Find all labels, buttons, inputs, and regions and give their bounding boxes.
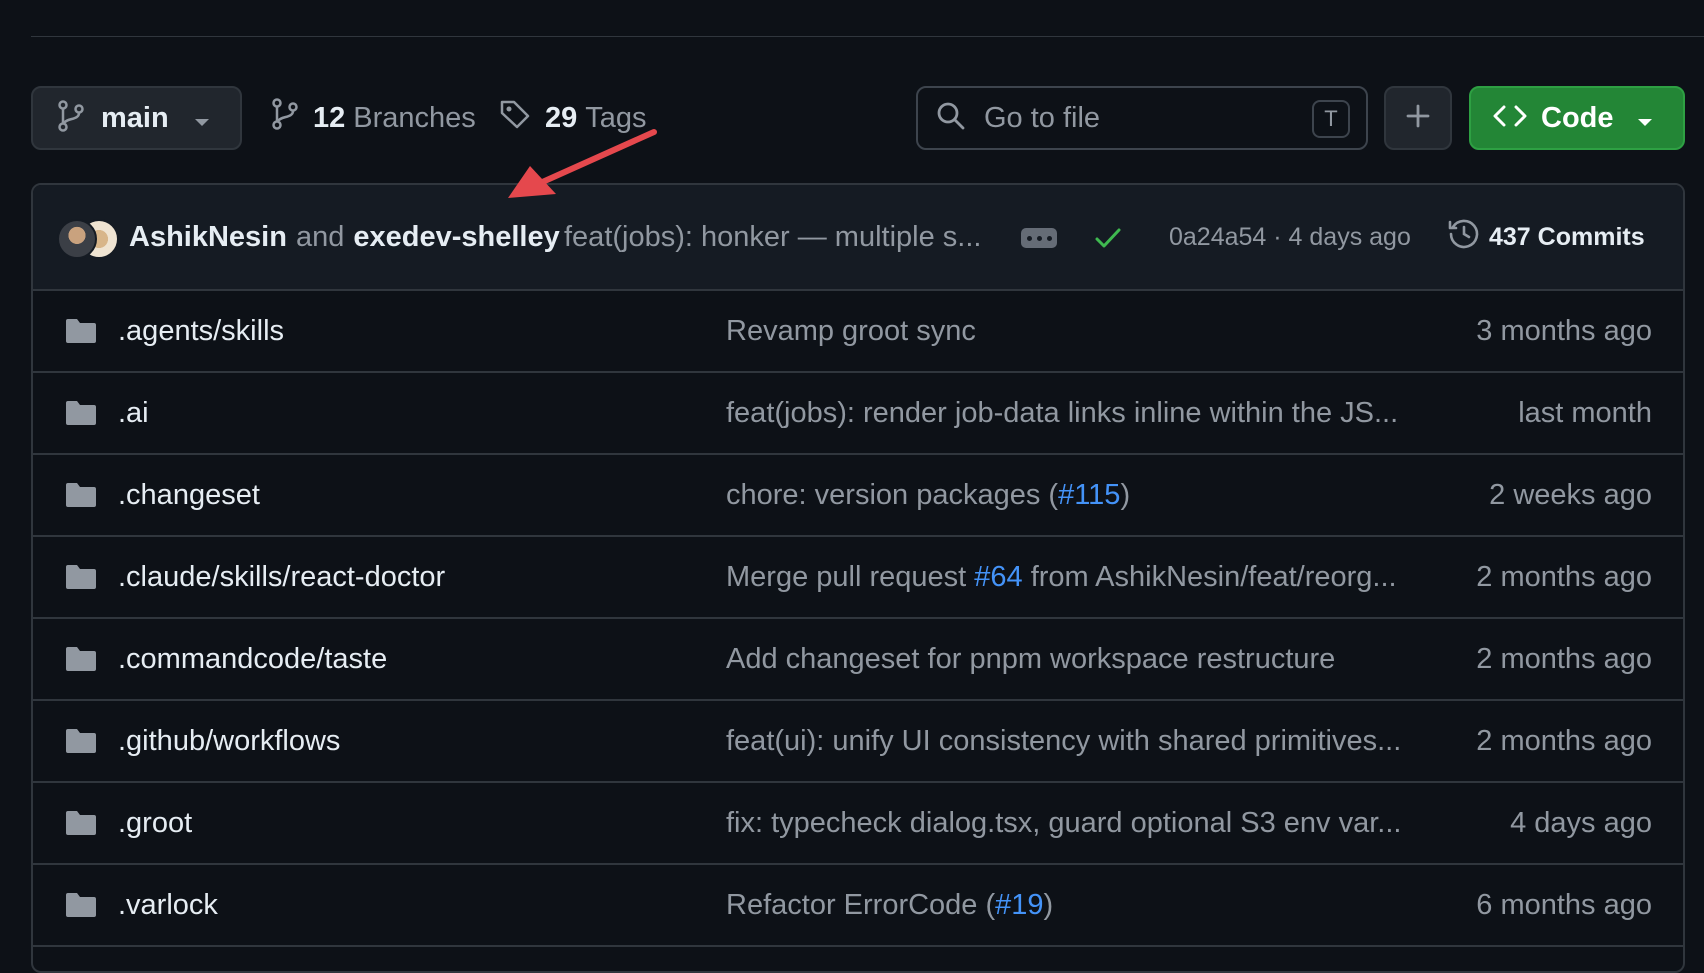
folder-icon	[65, 318, 97, 349]
branches-link[interactable]: 12 Branches	[271, 86, 476, 150]
keyboard-shortcut-hint: T	[1312, 100, 1350, 138]
commits-count: 437 Commits	[1489, 222, 1645, 251]
check-icon[interactable]	[1093, 223, 1123, 258]
file-commit-time: 2 months ago	[1476, 724, 1652, 757]
file-commit-message[interactable]: feat(jobs): render job-data links inline…	[726, 397, 1398, 430]
commits-history-link[interactable]: 437 Commits	[1447, 185, 1645, 289]
commit-message-text: fix: typecheck dialog.tsx, guard optiona…	[726, 806, 1402, 839]
file-name-link[interactable]: .agents/skills	[118, 315, 284, 348]
expand-commit-message-button[interactable]	[1021, 228, 1057, 248]
history-icon	[1447, 217, 1489, 258]
file-browser: AshikNesin and exedev-shelley feat(jobs)…	[31, 183, 1685, 973]
file-list: .agents/skills Revamp groot sync 3 months …	[33, 291, 1683, 947]
branches-count: 12	[313, 101, 346, 134]
code-icon	[1493, 104, 1527, 133]
file-row[interactable]: .agents/skills Revamp groot sync 3 months …	[33, 291, 1683, 373]
tags-link[interactable]: 29 Tags	[499, 86, 647, 150]
commit-message-text: Refactor ErrorCode (	[726, 888, 996, 921]
commit-message-link[interactable]: feat(jobs): honker — multiple s...	[564, 185, 981, 289]
file-commit-time: 2 weeks ago	[1489, 478, 1652, 511]
plus-icon	[1406, 104, 1430, 133]
search-icon	[936, 101, 966, 136]
file-commit-message[interactable]: chore: version packages (#115)	[726, 479, 1130, 512]
tags-label: Tags	[585, 101, 647, 134]
code-button-label: Code	[1541, 101, 1614, 134]
file-name-link[interactable]: .changeset	[118, 479, 260, 512]
tag-icon	[499, 98, 531, 138]
branch-name: main	[101, 101, 169, 134]
branches-label: Branches	[353, 101, 476, 134]
author-link[interactable]: exedev-shelley	[353, 221, 559, 254]
author-link[interactable]: AshikNesin	[129, 221, 287, 254]
branch-selector-button[interactable]: main	[31, 86, 242, 150]
file-commit-time: last month	[1518, 396, 1652, 429]
pull-request-link[interactable]: #64	[974, 561, 1022, 593]
folder-icon	[65, 892, 97, 923]
git-branch-icon	[57, 99, 85, 137]
folder-icon	[65, 564, 97, 595]
commit-message-text: Add changeset for pnpm workspace restruc…	[726, 642, 1336, 675]
file-commit-message[interactable]: Merge pull request #64 from AshikNesin/f…	[726, 561, 1397, 594]
file-commit-time: 3 months ago	[1476, 314, 1652, 347]
file-commit-message[interactable]: feat(ui): unify UI consistency with shar…	[726, 725, 1401, 758]
commit-message-text: Merge pull request	[726, 560, 975, 593]
file-row[interactable]: .github/workflows feat(ui): unify UI cons…	[33, 701, 1683, 783]
file-commit-time: 6 months ago	[1476, 888, 1652, 921]
ellipsis-icon	[1026, 235, 1032, 241]
folder-icon	[65, 810, 97, 841]
file-name-link[interactable]: .claude/skills/react-doctor	[118, 561, 445, 594]
pull-request-link[interactable]: #115	[1058, 479, 1120, 511]
commit-message-text: chore: version packages (	[726, 478, 1059, 511]
tags-count: 29	[545, 101, 578, 134]
file-row[interactable]: .ai feat(jobs): render job-data links inl…	[33, 373, 1683, 455]
git-branch-icon	[271, 98, 299, 138]
author-avatars[interactable]	[57, 219, 119, 259]
file-name-link[interactable]: .groot	[118, 807, 192, 840]
file-commit-time: 4 days ago	[1510, 806, 1652, 839]
folder-icon	[65, 482, 97, 513]
file-name-link[interactable]: .commandcode/taste	[118, 643, 387, 676]
chevron-down-icon	[194, 115, 210, 133]
repo-toolbar: main 12 Branches 29 Tags T Code	[31, 86, 1685, 150]
file-row[interactable]: .groot fix: typecheck dialog.tsx, guard o…	[33, 783, 1683, 865]
file-commit-time: 2 months ago	[1476, 642, 1652, 675]
file-commit-message[interactable]: Add changeset for pnpm workspace restruc…	[726, 643, 1335, 676]
commit-message-text: )	[1043, 888, 1054, 921]
author-separator: and	[295, 220, 345, 253]
go-to-file-search[interactable]: T	[916, 86, 1368, 150]
add-file-button[interactable]	[1384, 86, 1452, 150]
code-button[interactable]: Code	[1469, 86, 1685, 150]
file-commit-time: 2 months ago	[1476, 560, 1652, 593]
file-name-link[interactable]: .ai	[118, 397, 149, 430]
chevron-down-icon	[1637, 115, 1653, 133]
folder-icon	[65, 728, 97, 759]
file-name-link[interactable]: .varlock	[118, 889, 218, 922]
file-name-link[interactable]: .github/workflows	[118, 725, 340, 758]
commit-message-text: from AshikNesin/feat/reorg...	[1022, 560, 1397, 593]
top-divider	[31, 36, 1704, 37]
file-row[interactable]: .changeset chore: version packages (#115)…	[33, 455, 1683, 537]
avatar[interactable]	[57, 219, 97, 259]
pull-request-link[interactable]: #19	[995, 889, 1043, 921]
go-to-file-input[interactable]	[982, 100, 1282, 136]
file-commit-message[interactable]: Refactor ErrorCode (#19)	[726, 889, 1053, 922]
commit-authors: AshikNesin and exedev-shelley	[129, 185, 560, 289]
file-commit-message[interactable]: fix: typecheck dialog.tsx, guard optiona…	[726, 807, 1401, 840]
commit-message-text: feat(jobs): render job-data links inline…	[726, 396, 1399, 429]
commit-sha-time[interactable]: 0a24a54 · 4 days ago	[1169, 185, 1411, 289]
file-row[interactable]: .commandcode/taste Add changeset for pnpm…	[33, 619, 1683, 701]
folder-icon	[65, 646, 97, 677]
commit-message-text: feat(ui): unify UI consistency with shar…	[726, 724, 1402, 757]
file-row[interactable]: .varlock Refactor ErrorCode (#19) 6 months…	[33, 865, 1683, 947]
file-row[interactable]: .claude/skills/react-doctor Merge pull re…	[33, 537, 1683, 619]
folder-icon	[65, 400, 97, 431]
commit-message-text: Revamp groot sync	[726, 314, 976, 347]
latest-commit-bar: AshikNesin and exedev-shelley feat(jobs)…	[33, 185, 1683, 291]
file-commit-message[interactable]: Revamp groot sync	[726, 315, 976, 348]
commit-message-text: )	[1120, 478, 1131, 511]
